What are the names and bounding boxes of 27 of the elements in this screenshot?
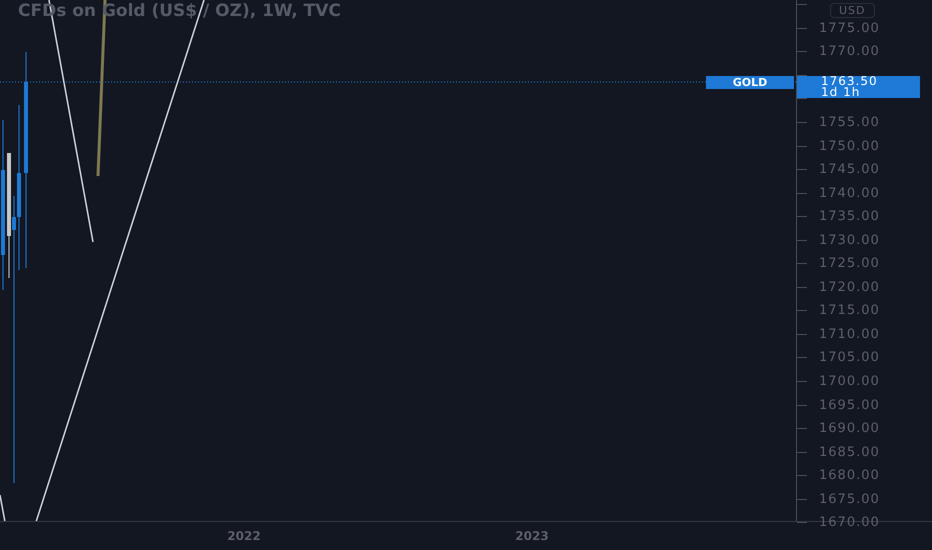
price-tick-label: 1695.00 xyxy=(819,398,880,413)
price-tick-label: 1770.00 xyxy=(819,44,880,60)
price-tick-label: 1725.00 xyxy=(819,256,880,272)
time-tick-label: 2022 xyxy=(226,529,262,543)
bar-countdown: 1d 1h xyxy=(821,87,860,98)
trend-line xyxy=(0,494,6,521)
price-tick-label: 1680.00 xyxy=(819,468,880,484)
time-tick-label: 2023 xyxy=(514,529,550,543)
price-tick-label: 1750.00 xyxy=(819,138,880,154)
last-price: 1763.50 xyxy=(821,76,879,87)
price-tick-label: 1755.00 xyxy=(819,115,880,130)
currency-button[interactable]: USD xyxy=(830,3,875,18)
price-tick-label: 1740.00 xyxy=(819,186,880,201)
price-tick-label: 1675.00 xyxy=(819,492,880,507)
price-tick-label: 1705.00 xyxy=(819,350,880,366)
price-tick-label: 1715.00 xyxy=(819,303,880,318)
price-tick-label: 1735.00 xyxy=(819,209,880,224)
price-tick-label: 1710.00 xyxy=(819,326,880,342)
symbol-tag: GOLD xyxy=(706,76,794,89)
price-tick-label: 1720.00 xyxy=(819,280,880,295)
price-tick-label: 1775.00 xyxy=(819,20,880,36)
price-tick-label: 1685.00 xyxy=(819,444,880,460)
price-tick-label: 1700.00 xyxy=(819,374,880,390)
price-tick-label: 1690.00 xyxy=(819,421,880,436)
price-tick-label: 1730.00 xyxy=(819,232,880,248)
price-tick-label: 1670.00 xyxy=(819,515,880,530)
price-tick-label: 1745.00 xyxy=(819,162,880,178)
